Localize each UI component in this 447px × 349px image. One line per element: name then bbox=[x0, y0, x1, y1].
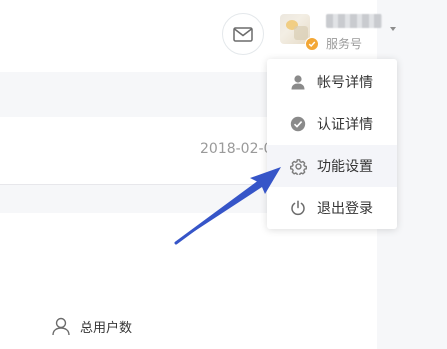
verified-check-icon bbox=[289, 115, 307, 133]
menu-item-feature-settings[interactable]: 功能设置 bbox=[267, 145, 397, 187]
total-users-stat: 总用户数 bbox=[50, 315, 132, 337]
power-icon bbox=[289, 199, 307, 217]
menu-item-label: 认证详情 bbox=[317, 117, 373, 133]
menu-item-verification-details[interactable]: 认证详情 bbox=[267, 103, 397, 145]
account-dropdown-menu: 帐号详情 认证详情 功能设置 退出登录 bbox=[267, 59, 397, 229]
gear-icon bbox=[289, 157, 307, 175]
user-icon bbox=[289, 73, 307, 91]
account-type-label: 服务号 bbox=[326, 37, 363, 51]
menu-item-label: 功能设置 bbox=[317, 159, 373, 175]
menu-item-label: 退出登录 bbox=[317, 201, 373, 217]
date-text: 2018-02-0 bbox=[200, 141, 272, 157]
verified-badge-icon bbox=[305, 37, 319, 51]
total-users-label: 总用户数 bbox=[80, 320, 133, 336]
account-name-redacted[interactable] bbox=[326, 14, 382, 28]
mail-icon bbox=[233, 26, 253, 42]
menu-item-account-details[interactable]: 帐号详情 bbox=[267, 61, 397, 103]
chevron-down-icon[interactable] bbox=[390, 27, 396, 31]
menu-item-label: 帐号详情 bbox=[317, 75, 373, 91]
menu-item-logout[interactable]: 退出登录 bbox=[267, 187, 397, 229]
message-button[interactable] bbox=[222, 13, 264, 55]
user-outline-icon bbox=[50, 315, 72, 337]
